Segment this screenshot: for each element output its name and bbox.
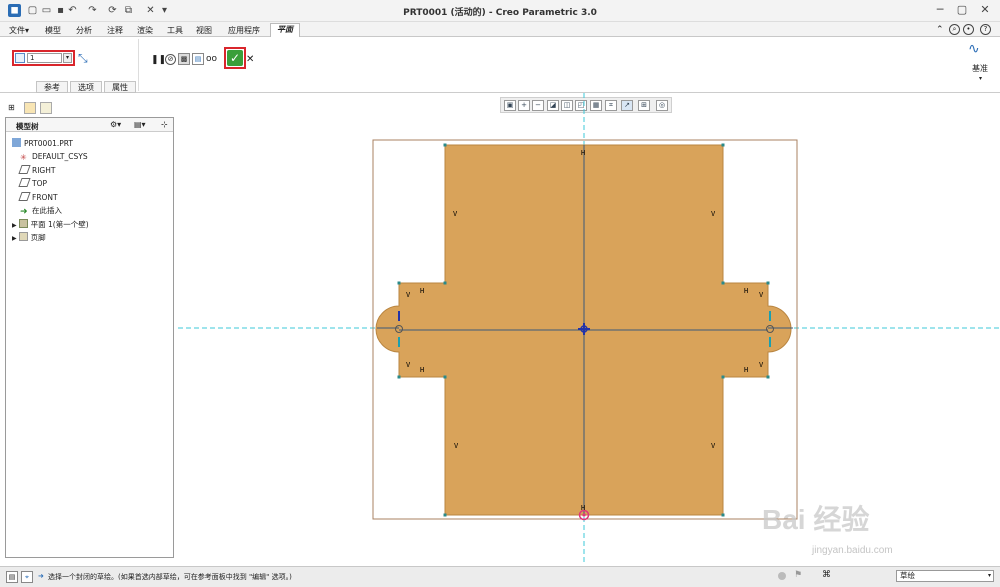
- favorites-tab-icon[interactable]: [40, 102, 52, 114]
- constraint-label: H: [744, 366, 748, 374]
- tree-item-part[interactable]: PRT0001.PRT: [12, 138, 73, 150]
- thickness-icon: [15, 53, 25, 63]
- tab-render[interactable]: 渲染: [134, 25, 156, 37]
- tab-tools[interactable]: 工具: [164, 25, 186, 37]
- tree-item-label: 平面 1(第一个壁): [30, 220, 89, 229]
- tab-model[interactable]: 模型: [42, 25, 64, 37]
- constraint-label: H: [420, 287, 424, 295]
- csys-icon: ✳: [20, 153, 27, 162]
- constraint-label: H: [420, 366, 424, 374]
- preview-icon[interactable]: ▩: [178, 53, 190, 65]
- minimize-button[interactable]: ─: [930, 3, 950, 17]
- part-icon: [12, 138, 21, 147]
- divider: [138, 39, 139, 91]
- thickness-input[interactable]: 1: [27, 53, 62, 63]
- filter-dropdown-icon[interactable]: ▾: [988, 571, 991, 581]
- tree-item-csys[interactable]: ✳ DEFAULT_CSYS: [20, 151, 88, 163]
- status-tree-icon[interactable]: ▤: [6, 571, 18, 583]
- folder-tab-icon[interactable]: [24, 102, 36, 114]
- datum-plane-icon: [18, 192, 31, 201]
- close-icon[interactable]: ✕: [246, 54, 254, 65]
- datum-plane-icon: [18, 165, 31, 174]
- check-icon[interactable]: ✓: [227, 50, 243, 66]
- selected-point-dot: [582, 513, 586, 517]
- constraint-label: H: [581, 504, 585, 512]
- expand-icon[interactable]: ▶: [12, 222, 17, 229]
- tree-filter-icon[interactable]: ⊹: [161, 120, 168, 129]
- status-indicator-icon: [778, 572, 786, 580]
- tree-item-top[interactable]: TOP: [18, 178, 48, 190]
- status-message: 选择一个封闭的草绘。(如果首选内部草绘，可在参考面板中找到 "编辑" 选项。): [48, 573, 292, 581]
- tree-item-label: RIGHT: [32, 166, 56, 175]
- message-arrow-icon: ➜: [38, 572, 44, 580]
- tree-item-insert-here[interactable]: ➜ 在此插入: [20, 205, 62, 217]
- no-preview-icon[interactable]: ⊘: [165, 54, 176, 65]
- search-icon[interactable]: ⌕: [949, 24, 960, 35]
- wall-icon: [18, 219, 28, 228]
- tree-item-label: 页脚: [30, 233, 46, 242]
- ribbon-tab-bar: 文件▾ 模型 分析 注释 渲染 工具 视图 应用程序 平面 ⌃ ⌕ • ?: [0, 22, 1000, 37]
- model-tree-panel: 模型树 ⚙▾ ▤▾ ⊹ PRT0001.PRT ✳ DEFAULT_CSYS RI…: [5, 117, 174, 558]
- datum-icon[interactable]: ∿: [968, 41, 980, 57]
- settings-icon[interactable]: •: [963, 24, 974, 35]
- footer-icon: [18, 232, 28, 241]
- model-tree-title: 模型树: [16, 122, 39, 131]
- tree-item-planar-wall[interactable]: ▶ 平面 1(第一个壁): [12, 219, 89, 231]
- tree-item-label: TOP: [32, 179, 48, 188]
- subtab-properties[interactable]: 属性: [104, 81, 136, 93]
- help-icon[interactable]: ?: [980, 24, 991, 35]
- constraint-label: H: [581, 149, 585, 157]
- tree-item-footer[interactable]: ▶ 页脚: [12, 232, 46, 244]
- flip-direction-icon[interactable]: ⤡: [78, 51, 88, 66]
- window-title: PRT0001 (活动的) - Creo Parametric 3.0: [403, 8, 597, 18]
- verify-icon[interactable]: ▤: [192, 53, 204, 65]
- graphics-window[interactable]: H V V V H V H V H V V V H H: [176, 93, 1000, 565]
- show-icon[interactable]: ▤▾: [134, 120, 146, 129]
- glasses-icon[interactable]: oo: [206, 54, 217, 64]
- tree-item-label: PRT0001.PRT: [24, 139, 74, 148]
- datum-dropdown-icon[interactable]: ▾: [979, 75, 982, 82]
- model-tree-tab-icon[interactable]: ⊞: [8, 103, 18, 113]
- model-tree-header: 模型树 ⚙▾ ▤▾ ⊹: [6, 118, 173, 132]
- tree-item-right[interactable]: RIGHT: [18, 165, 56, 177]
- close-button[interactable]: ✕: [975, 3, 995, 17]
- tab-analysis[interactable]: 分析: [73, 25, 95, 37]
- selection-filter-value: 草绘: [900, 571, 915, 580]
- subtab-options[interactable]: 选项: [70, 81, 102, 93]
- constraint-label: H: [744, 287, 748, 295]
- subtab-references[interactable]: 参考: [36, 81, 68, 93]
- datum-group-label[interactable]: 基准: [972, 63, 988, 74]
- tree-settings-icon[interactable]: ⚙▾: [110, 120, 121, 129]
- maximize-button[interactable]: ▢: [952, 3, 972, 17]
- tab-file[interactable]: 文件▾: [6, 25, 32, 37]
- status-navigator-icon[interactable]: ⌖: [21, 571, 33, 583]
- tab-annotate[interactable]: 注释: [104, 25, 126, 37]
- thickness-dropdown-icon[interactable]: ▾: [63, 53, 72, 63]
- tree-item-label: 在此插入: [32, 206, 62, 215]
- tree-item-label: FRONT: [32, 193, 58, 202]
- watermark-brand: Bai 经验: [762, 504, 870, 535]
- title-bar: ◼ ▢ ▭ ▪ ↶ ↷ ⟳ ⧉ ✕ ▾ PRT0001 (活动的) - Creo…: [0, 0, 1000, 22]
- tab-applications[interactable]: 应用程序: [224, 25, 264, 37]
- collapse-ribbon-icon[interactable]: ⌃: [936, 25, 944, 35]
- feature-dashboard: 1 ▾ ⤡ ❚❚ ⊘ ▩ ▤ oo ✓ ✕ ∿ 基准 ▾: [0, 37, 1000, 93]
- datum-plane-icon: [18, 178, 31, 187]
- selection-filter[interactable]: 草绘 ▾: [896, 570, 994, 582]
- pause-icon[interactable]: ❚❚: [151, 55, 166, 65]
- status-bar: ▤ ⌖ ➜ 选择一个封闭的草绘。(如果首选内部草绘，可在参考面板中找到 "编辑"…: [0, 566, 1000, 587]
- insert-arrow-icon: ➜: [20, 207, 28, 217]
- find-icon[interactable]: ⌘: [822, 570, 831, 580]
- tree-item-front[interactable]: FRONT: [18, 192, 58, 204]
- tab-view[interactable]: 视图: [193, 25, 215, 37]
- tree-item-label: DEFAULT_CSYS: [32, 152, 88, 161]
- watermark-url: jingyan.baidu.com: [812, 545, 893, 556]
- expand-icon[interactable]: ▶: [12, 235, 17, 242]
- flag-icon[interactable]: ⚑: [794, 570, 802, 580]
- tab-planar[interactable]: 平面: [270, 23, 300, 37]
